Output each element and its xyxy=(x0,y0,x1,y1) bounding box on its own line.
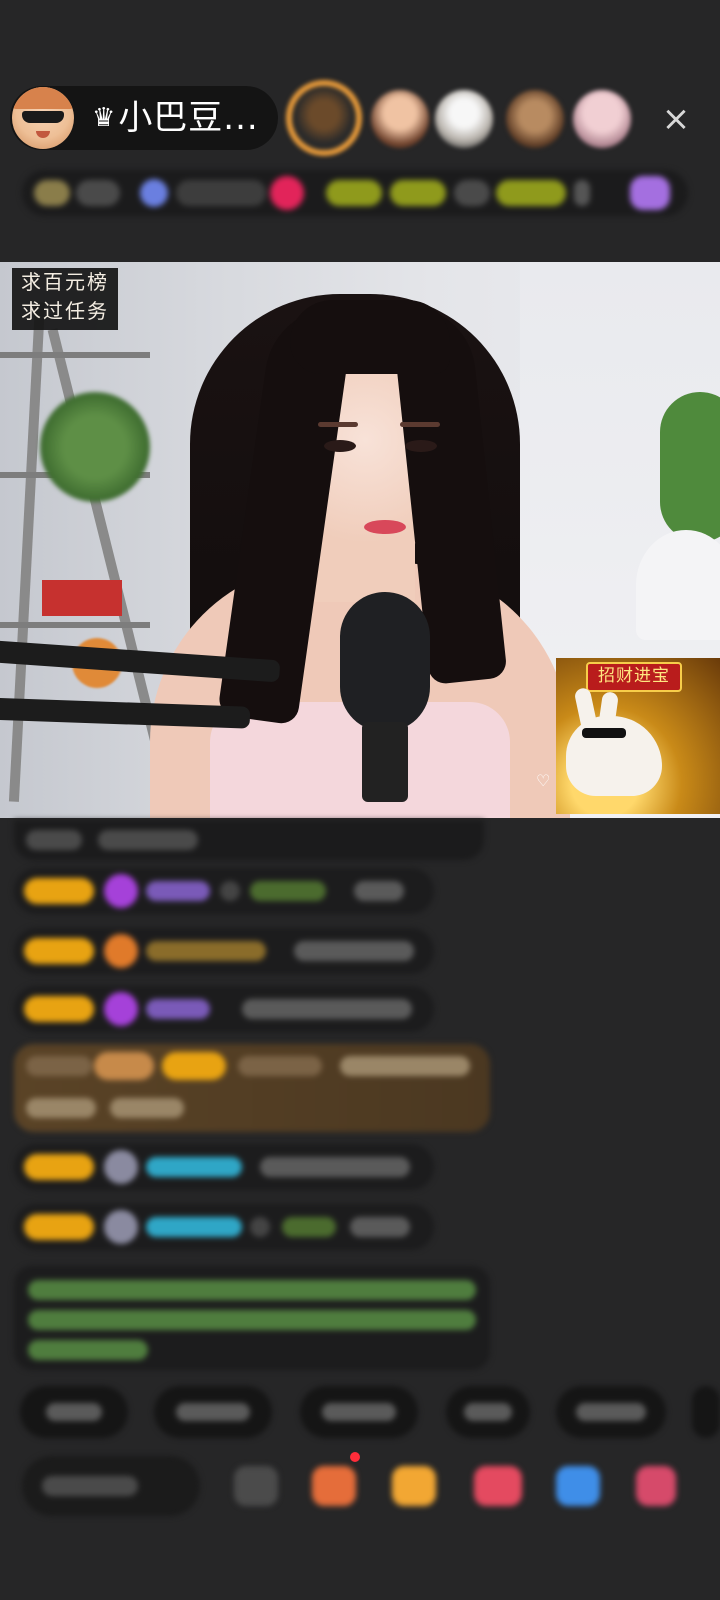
top-viewer-avatar-1[interactable] xyxy=(292,86,356,150)
top-viewer-avatar-4[interactable] xyxy=(506,90,564,148)
quick-reply-chip-1[interactable] xyxy=(20,1386,128,1438)
task-text-1 xyxy=(326,180,382,206)
host-name-text: 小巴豆... xyxy=(118,98,259,138)
room-info-bar[interactable] xyxy=(22,170,688,216)
quick-reply-chip-4[interactable] xyxy=(446,1386,530,1438)
host-avatar[interactable] xyxy=(12,87,74,149)
microphone xyxy=(340,592,430,732)
gift-box-icon[interactable] xyxy=(312,1466,356,1506)
quick-reply-chip-3[interactable] xyxy=(300,1386,418,1438)
heart-gift-icon[interactable] xyxy=(474,1466,522,1506)
hot-value xyxy=(176,180,266,206)
game-icon[interactable] xyxy=(556,1466,600,1506)
emoji-icon[interactable] xyxy=(234,1466,278,1506)
task-text-2 xyxy=(390,180,446,206)
chat-message[interactable] xyxy=(14,986,434,1032)
arrow-icon xyxy=(574,180,590,206)
quick-reply-chip-5[interactable] xyxy=(556,1386,666,1438)
rank-chip-text xyxy=(76,180,120,206)
notification-dot xyxy=(350,1452,360,1462)
close-icon[interactable]: × xyxy=(657,100,695,138)
quick-reply-chip-2[interactable] xyxy=(154,1386,272,1438)
fortune-sticker-title: 招财进宝 xyxy=(586,662,682,692)
rank-chip xyxy=(34,180,70,206)
top-viewer-avatar-5[interactable] xyxy=(573,90,631,148)
host-info-pill[interactable]: ♛小巴豆... xyxy=(10,86,278,150)
system-announcement xyxy=(14,1266,490,1370)
task-badge-line-2: 求过任务 xyxy=(21,299,109,323)
live-video[interactable]: 求百元榜 求过任务 ♡ 招财进宝 xyxy=(0,262,720,818)
task-badge-line-1: 求百元榜 xyxy=(21,270,109,294)
crown-icon: ♛ xyxy=(92,103,117,133)
more-icon[interactable] xyxy=(636,1466,676,1506)
task-badge: 求百元榜 求过任务 xyxy=(12,268,118,330)
gift-message[interactable] xyxy=(14,1044,490,1132)
host-name: ♛小巴豆... xyxy=(92,99,259,137)
top-viewer-avatar-2[interactable] xyxy=(371,90,429,148)
chat-message[interactable] xyxy=(14,1144,434,1190)
treasure-icon[interactable] xyxy=(392,1466,436,1506)
chat-message[interactable] xyxy=(14,928,434,974)
heart-icon[interactable]: ♡ xyxy=(536,773,550,789)
chat-message[interactable] xyxy=(14,1204,434,1250)
chat-message-partial xyxy=(14,820,484,860)
quick-reply-chip-6[interactable] xyxy=(692,1386,720,1438)
chat-message[interactable] xyxy=(14,868,434,914)
task-text-4 xyxy=(496,180,566,206)
fortune-sticker[interactable]: 招财进宝 xyxy=(556,658,720,814)
task-text-3 xyxy=(454,180,490,206)
hot-icon xyxy=(140,179,168,207)
top-viewer-avatar-3[interactable] xyxy=(435,90,493,148)
pk-icon xyxy=(270,176,304,210)
chat-input[interactable] xyxy=(22,1456,200,1516)
fan-club-icon xyxy=(630,176,670,210)
